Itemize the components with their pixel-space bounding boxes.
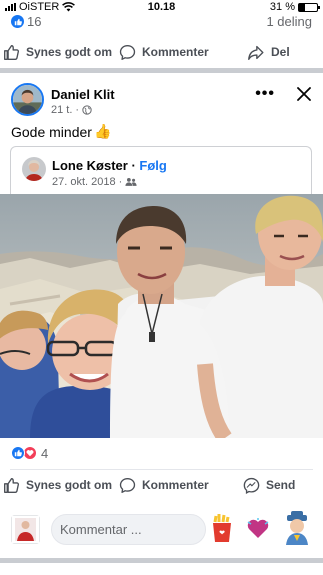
thumbs-up-emoji: 👍 bbox=[93, 123, 112, 139]
post-header: Daniel Klit 21 t. · ••• bbox=[0, 80, 323, 120]
share-button[interactable]: Del bbox=[247, 44, 290, 61]
previous-post-actions: Synes godt om Kommenter Del bbox=[0, 38, 323, 66]
like-button[interactable]: Synes godt om bbox=[3, 477, 112, 494]
sticker-character-icon[interactable] bbox=[282, 511, 312, 550]
author-name[interactable]: Daniel Klit bbox=[51, 87, 115, 102]
love-reaction-icon bbox=[23, 446, 37, 460]
comment-composer: Kommentar ... ❤ bbox=[0, 508, 323, 550]
reaction-count: 4 bbox=[41, 446, 49, 461]
author-avatar[interactable] bbox=[11, 83, 44, 116]
thumbs-up-icon bbox=[4, 44, 20, 60]
shared-post-header[interactable]: Lone Køster · Følg 27. okt. 2018 · bbox=[10, 146, 312, 194]
comment-bubble-icon bbox=[119, 44, 136, 60]
post-photo[interactable] bbox=[0, 194, 323, 438]
svg-text:❤: ❤ bbox=[219, 529, 225, 537]
status-bar: OiSTER 10.18 31 % bbox=[0, 0, 323, 14]
messenger-icon bbox=[243, 477, 260, 494]
send-button[interactable]: Send bbox=[243, 477, 295, 494]
battery-icon bbox=[298, 2, 320, 12]
friends-icon bbox=[125, 177, 137, 186]
comment-label: Kommenter bbox=[142, 45, 209, 59]
post-time[interactable]: 21 t. bbox=[51, 104, 72, 116]
comment-label: Kommenter bbox=[142, 478, 209, 492]
share-arrow-icon bbox=[248, 45, 264, 60]
comment-button[interactable]: Kommenter bbox=[119, 477, 209, 494]
reaction-count[interactable]: 16 bbox=[27, 14, 41, 29]
like-label: Synes godt om bbox=[26, 45, 113, 59]
share-label: Del bbox=[271, 45, 290, 59]
like-reaction-icon bbox=[11, 15, 24, 28]
post-meta: 21 t. · bbox=[51, 104, 92, 116]
shared-author-name[interactable]: Lone Køster bbox=[52, 158, 128, 173]
like-button[interactable]: Synes godt om bbox=[3, 44, 112, 61]
comment-input[interactable]: Kommentar ... bbox=[51, 514, 206, 545]
follow-button[interactable]: Følg bbox=[139, 158, 166, 173]
sticker-heart-icon[interactable] bbox=[246, 518, 270, 545]
send-label: Send bbox=[266, 478, 296, 492]
like-reaction-icon bbox=[11, 446, 25, 460]
close-icon bbox=[297, 87, 311, 101]
close-button[interactable] bbox=[297, 84, 311, 107]
feed-divider bbox=[0, 68, 323, 73]
user-avatar[interactable] bbox=[11, 515, 40, 544]
share-count[interactable]: 1 deling bbox=[266, 14, 312, 29]
battery-percent: 31 % bbox=[269, 1, 295, 13]
sticker-fries-icon[interactable]: ❤ bbox=[210, 514, 234, 549]
post-text-content: Gode minder bbox=[11, 123, 92, 140]
like-label: Synes godt om bbox=[26, 478, 113, 492]
post-actions: Synes godt om Kommenter Send bbox=[0, 471, 323, 499]
shared-post-date[interactable]: 27. okt. 2018 bbox=[52, 176, 116, 188]
feed-divider bbox=[0, 558, 323, 563]
post-text: Gode minder 👍 bbox=[11, 123, 111, 140]
shared-author-line: Lone Køster · Følg bbox=[52, 158, 167, 173]
thumbs-up-icon bbox=[4, 477, 20, 493]
previous-post-summary: 16 1 deling bbox=[0, 13, 323, 31]
comment-button[interactable]: Kommenter bbox=[119, 44, 209, 61]
reaction-summary[interactable]: 4 bbox=[0, 444, 323, 462]
globe-icon bbox=[82, 105, 92, 115]
shared-author-avatar[interactable] bbox=[22, 157, 46, 181]
shared-post-meta: 27. okt. 2018 · bbox=[52, 176, 137, 188]
more-options-button[interactable]: ••• bbox=[255, 85, 275, 103]
comment-bubble-icon bbox=[119, 477, 136, 493]
reactions-divider bbox=[10, 469, 313, 470]
